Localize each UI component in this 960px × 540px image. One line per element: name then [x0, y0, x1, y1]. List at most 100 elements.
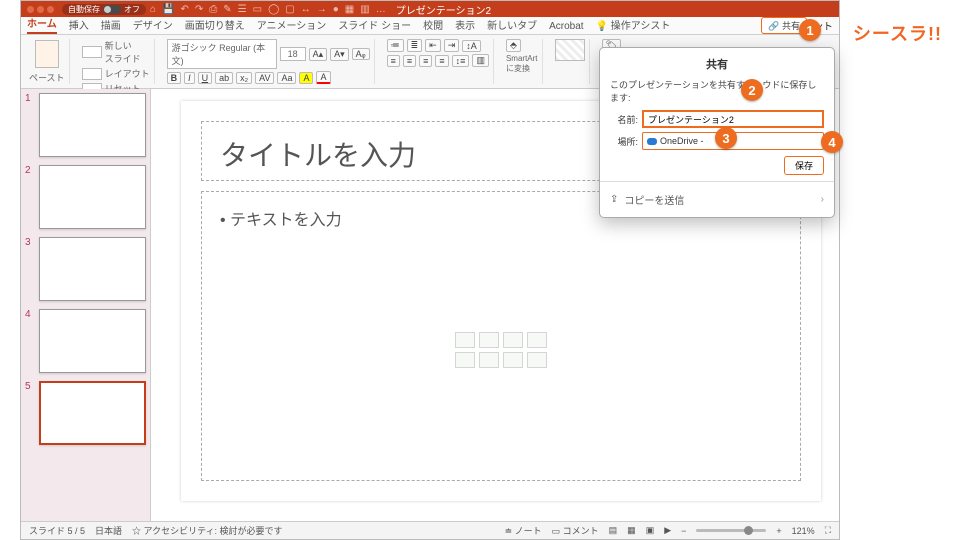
insert-picture-icon	[455, 352, 475, 368]
clear-format-icon[interactable]: Aᵩ	[352, 48, 370, 60]
ribbon-font: 游ゴシック Regular (本文) 18 A▴ A▾ Aᵩ B I U ab …	[163, 39, 375, 84]
annotation-2: 2	[741, 79, 763, 101]
thumbnail[interactable]: 2	[25, 165, 146, 229]
powerpoint-window: 自動保存 オフ ⌂💾↶↷ ⎙✎☰▭◯▢↔→ ●▦▥… プレゼンテーション2 ホー…	[20, 0, 840, 540]
thumbnail-selected[interactable]: 5	[25, 381, 146, 445]
annotation-3: 3	[715, 127, 737, 149]
bold-icon[interactable]: B	[167, 72, 182, 84]
numbering-icon[interactable]: ≣	[407, 39, 423, 52]
indent-dec-icon[interactable]: ⇤	[425, 39, 441, 52]
slide-counter: スライド 5 / 5	[29, 524, 85, 537]
paste-label: ペースト	[29, 71, 65, 84]
new-slide-icon[interactable]	[82, 46, 102, 58]
align-right-icon[interactable]: ≡	[419, 55, 432, 67]
tab-acrobat[interactable]: Acrobat	[549, 19, 583, 34]
italic-icon[interactable]: I	[184, 72, 195, 84]
smartart-icon[interactable]: ⬘	[506, 39, 521, 52]
onedrive-icon	[647, 138, 657, 145]
tab-animations[interactable]: アニメーション	[257, 15, 327, 34]
zoom-in-icon[interactable]: +	[776, 526, 781, 536]
picture-icon[interactable]	[555, 39, 585, 61]
font-name-dropdown[interactable]: 游ゴシック Regular (本文)	[167, 39, 277, 69]
tab-design[interactable]: デザイン	[133, 15, 173, 34]
autosave-label: 自動保存	[68, 4, 100, 15]
content-placeholder-icons[interactable]	[455, 332, 547, 368]
line-space-icon[interactable]: ↕≡	[452, 55, 470, 67]
fit-to-window-icon[interactable]: ⛶	[825, 525, 831, 536]
insert-table-icon	[455, 332, 475, 348]
highlight-icon[interactable]: A	[299, 72, 313, 84]
accessibility-status[interactable]: ☆ アクセシビリティ: 検討が必要です	[132, 524, 283, 537]
indent-inc-icon[interactable]: ⇥	[444, 39, 460, 52]
tab-home[interactable]: ホーム	[27, 13, 57, 34]
name-label: 名前:	[610, 113, 638, 126]
window-controls[interactable]	[27, 6, 54, 13]
font-size-dropdown[interactable]: 18	[280, 47, 306, 61]
tab-draw[interactable]: 描画	[101, 15, 121, 34]
name-field[interactable]	[642, 110, 824, 128]
thumbnail[interactable]: 4	[25, 309, 146, 373]
thumbnail[interactable]: 3	[25, 237, 146, 301]
autosave-toggle[interactable]: 自動保存 オフ	[62, 4, 146, 15]
ribbon-tabs: ホーム 挿入 描画 デザイン 画面切り替え アニメーション スライド ショー 校…	[21, 17, 839, 35]
justify-icon[interactable]: ≡	[435, 55, 448, 67]
language[interactable]: 日本語	[95, 524, 122, 537]
increase-font-icon[interactable]: A▴	[309, 48, 328, 61]
body-placeholder[interactable]: • テキストを入力	[201, 191, 801, 481]
comments-button[interactable]: ▭ コメント	[552, 524, 599, 537]
zoom-level[interactable]: 121%	[792, 526, 815, 536]
autosave-state: オフ	[124, 4, 140, 15]
notes-button[interactable]: ≐ ノート	[505, 524, 542, 537]
send-copy-button[interactable]: ⇪ コピーを送信 ›	[610, 186, 824, 213]
insert-smartart-icon	[503, 332, 523, 348]
slide-thumbnails: 1 2 3 4 5	[21, 89, 151, 521]
tab-review[interactable]: 校閲	[423, 15, 443, 34]
reading-view-icon[interactable]: ▣	[646, 525, 655, 536]
tab-slideshow[interactable]: スライド ショー	[338, 15, 411, 34]
share-title: 共有	[610, 56, 824, 72]
tab-newtab[interactable]: 新しいタブ	[487, 15, 537, 34]
normal-view-icon[interactable]: ▤	[609, 525, 618, 536]
text-direction-icon[interactable]: ↕A	[462, 40, 481, 52]
insert-online-picture-icon	[479, 352, 499, 368]
thumbnail[interactable]: 1	[25, 93, 146, 157]
new-slide-label: 新しい スライド	[105, 39, 141, 65]
paste-icon[interactable]	[35, 40, 59, 68]
location-label: 場所:	[610, 135, 638, 148]
sub-icon[interactable]: x₂	[236, 72, 252, 84]
share-message: このプレゼンテーションを共有す ウドに保存します:	[610, 78, 824, 104]
save-button[interactable]: 保存	[784, 156, 824, 175]
zoom-slider[interactable]	[696, 529, 766, 532]
align-left-icon[interactable]: ≡	[387, 55, 400, 67]
chevron-right-icon: ›	[821, 194, 824, 205]
quick-access-toolbar[interactable]: ⌂💾↶↷ ⎙✎☰▭◯▢↔→ ●▦▥…	[150, 4, 386, 15]
tab-view[interactable]: 表示	[455, 15, 475, 34]
sorter-view-icon[interactable]: ▦	[627, 525, 636, 536]
bullets-icon[interactable]: ≔	[387, 39, 404, 52]
ribbon-slides: 新しい スライド レイアウト リセット セクション	[78, 39, 155, 84]
align-center-icon[interactable]: ≡	[403, 55, 416, 67]
insert-video-icon	[503, 352, 523, 368]
share-icon: ⇪	[610, 194, 618, 205]
annotation-4: 4	[821, 131, 843, 153]
print-icon: ⎙	[209, 4, 217, 15]
redo-icon: ↷	[195, 4, 203, 15]
case-icon[interactable]: Aa	[277, 72, 296, 84]
brand-watermark: シースラ!!	[853, 20, 942, 46]
strike-icon[interactable]: ab	[215, 72, 233, 84]
toggle-off-icon	[103, 5, 121, 14]
layout-icon[interactable]	[82, 68, 102, 80]
font-color-icon[interactable]: A	[316, 71, 330, 84]
tab-tellme[interactable]: 💡 操作アシスト	[596, 15, 671, 34]
columns-icon[interactable]: ▥	[472, 54, 489, 67]
tab-insert[interactable]: 挿入	[69, 15, 89, 34]
ribbon-drawing	[551, 39, 590, 84]
insert-icon-icon	[527, 352, 547, 368]
zoom-out-icon[interactable]: −	[681, 526, 686, 536]
status-bar: スライド 5 / 5 日本語 ☆ アクセシビリティ: 検討が必要です ≐ ノート…	[21, 521, 839, 539]
spacing-icon[interactable]: AV	[255, 72, 274, 84]
tab-transitions[interactable]: 画面切り替え	[185, 15, 245, 34]
slideshow-view-icon[interactable]: ▶	[664, 525, 671, 536]
decrease-font-icon[interactable]: A▾	[330, 48, 349, 61]
underline-icon[interactable]: U	[198, 72, 213, 84]
